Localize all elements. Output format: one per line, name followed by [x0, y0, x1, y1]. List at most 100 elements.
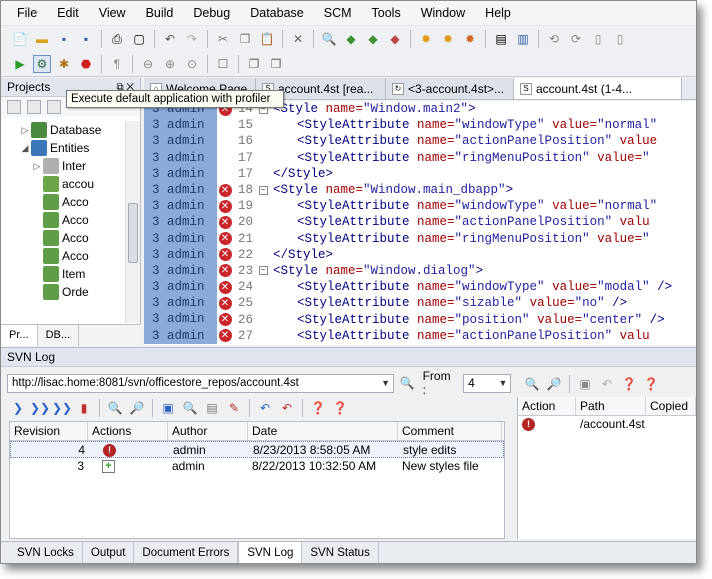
menu-help[interactable]: Help — [475, 1, 521, 25]
redo-icon[interactable]: ↷ — [183, 30, 201, 48]
stop-icon[interactable]: ▮ — [75, 399, 93, 417]
menu-database[interactable]: Database — [240, 1, 314, 25]
next-icon[interactable]: ❯ — [9, 399, 27, 417]
tree-item[interactable]: Acco — [1, 247, 125, 265]
chevron-down-icon[interactable]: ▼ — [496, 375, 510, 392]
clean-icon[interactable]: ◆ — [386, 30, 404, 48]
package-icon[interactable]: ✹ — [461, 30, 479, 48]
compare-icon[interactable]: ▣ — [159, 399, 177, 417]
menu-scm[interactable]: SCM — [314, 1, 362, 25]
print-preview-icon[interactable]: ▢ — [130, 30, 148, 48]
column-header-revision[interactable]: Revision — [10, 422, 88, 440]
paragraph-icon[interactable]: ¶ — [108, 55, 126, 73]
undo-icon[interactable]: ↶ — [161, 30, 179, 48]
window-icon[interactable]: ❐ — [245, 55, 263, 73]
delete-icon[interactable]: ✕ — [289, 30, 307, 48]
column-header-comment[interactable]: Comment — [398, 422, 502, 440]
find-icon[interactable]: 🔍 — [320, 30, 338, 48]
zoom-out-icon[interactable]: ⊖ — [139, 55, 157, 73]
paste-icon[interactable]: 📋 — [258, 30, 276, 48]
find-icon[interactable]: 🔍 — [523, 375, 541, 393]
copy-icon[interactable]: ❐ — [236, 30, 254, 48]
chevron-down-icon[interactable]: ▼ — [379, 375, 393, 392]
tree-item[interactable]: accou — [1, 175, 125, 193]
path-row[interactable]: ! /account.4st — [518, 416, 696, 433]
navigate-back-icon[interactable]: ⟲ — [545, 30, 563, 48]
column-header-date[interactable]: Date — [248, 422, 398, 440]
find-text-icon[interactable]: 🔎 — [545, 375, 563, 393]
build-icon[interactable]: ◆ — [342, 30, 360, 48]
bottom-tab-svn-status[interactable]: SVN Status — [302, 542, 379, 563]
error-icon[interactable]: ✕ — [218, 215, 232, 229]
expand-icon[interactable] — [27, 100, 41, 114]
tree-item[interactable]: ▷ Database — [1, 121, 125, 139]
error-icon[interactable]: ✕ — [218, 313, 232, 327]
column-header-author[interactable]: Author — [168, 422, 248, 440]
bottom-tab-svn-log[interactable]: SVN Log — [238, 542, 303, 563]
next-page-icon[interactable]: ❯❯ — [30, 399, 50, 417]
tree-item[interactable]: Acco — [1, 211, 125, 229]
editor-tab-2[interactable]: ↻ <3-account.4st>... — [386, 78, 514, 99]
menu-view[interactable]: View — [89, 1, 136, 25]
error-icon[interactable]: ✕ — [218, 248, 232, 262]
fold-toggle-icon[interactable]: − — [258, 266, 268, 276]
deploy-icon[interactable]: ✹ — [439, 30, 457, 48]
path-column-header-action[interactable]: Action — [518, 397, 576, 415]
blame-icon[interactable]: ❓ — [309, 399, 327, 417]
filter-icon[interactable] — [47, 100, 61, 114]
revert-icon[interactable]: ↶ — [256, 399, 274, 417]
split-window-icon[interactable]: ❐ — [267, 55, 285, 73]
rebuild-icon[interactable]: ◆ — [364, 30, 382, 48]
error-icon[interactable]: ✕ — [218, 296, 232, 310]
error-icon[interactable]: ✕ — [218, 232, 232, 246]
debug-bug-icon[interactable]: ✱ — [55, 55, 73, 73]
menu-debug[interactable]: Debug — [183, 1, 240, 25]
error-icon[interactable]: ✕ — [218, 199, 232, 213]
menu-edit[interactable]: Edit — [47, 1, 89, 25]
table-row[interactable]: 3 + admin 8/22/2013 10:32:50 AM New styles f… — [10, 458, 504, 475]
projects-tab-1[interactable]: DB... — [38, 325, 80, 346]
menu-file[interactable]: File — [7, 1, 47, 25]
tree-expander-icon[interactable]: ▷ — [31, 161, 43, 172]
fold-toggle-icon[interactable]: − — [258, 185, 268, 195]
error-icon[interactable]: ✕ — [218, 264, 232, 278]
open-folder-icon[interactable]: ▬ — [33, 30, 51, 48]
settings-icon[interactable]: ✹ — [417, 30, 435, 48]
search-log-icon[interactable]: 🔍 — [181, 399, 199, 417]
revert-changes-icon[interactable]: ↶ — [278, 399, 296, 417]
collapse-icon[interactable] — [7, 100, 21, 114]
svn-url-combobox[interactable]: http://lisac.home:8081/svn/officestore_r… — [7, 373, 394, 393]
properties-icon[interactable]: ❓ — [642, 375, 660, 393]
database-icon[interactable]: ▥ — [514, 30, 532, 48]
last-page-icon[interactable]: ❯❯ — [52, 399, 72, 417]
stop-icon[interactable]: ⬣ — [77, 55, 95, 73]
tree-item[interactable]: ◢ Entities — [1, 139, 125, 157]
error-icon[interactable]: ✕ — [218, 280, 232, 294]
table-row[interactable]: 4! admin 8/23/2013 8:58:05 AM style edits — [10, 441, 504, 458]
find-icon[interactable]: 🔍 — [106, 399, 124, 417]
open-file-icon[interactable]: ▤ — [203, 399, 221, 417]
editor-tab-3[interactable]: Saccount.4st (1-4... — [514, 78, 682, 99]
zoom-reset-icon[interactable]: ⊙ — [183, 55, 201, 73]
save-all-icon[interactable]: ▪ — [77, 30, 95, 48]
column-header-actions[interactable]: Actions — [88, 422, 168, 440]
menu-build[interactable]: Build — [136, 1, 184, 25]
more-icon[interactable]: ▯ — [611, 30, 629, 48]
tree-expander-icon[interactable]: ◢ — [19, 143, 31, 154]
error-icon[interactable]: ✕ — [218, 183, 232, 197]
bottom-tab-document-errors[interactable]: Document Errors — [134, 542, 239, 563]
properties-icon[interactable]: ❓ — [331, 399, 349, 417]
projects-scrollbar[interactable] — [125, 121, 140, 323]
bottom-tab-output[interactable]: Output — [83, 542, 135, 563]
zoom-in-icon[interactable]: ⊕ — [161, 55, 179, 73]
compare-icon[interactable]: ▣ — [576, 375, 594, 393]
tree-item[interactable]: Orde — [1, 283, 125, 301]
save-icon[interactable]: ▪ — [55, 30, 73, 48]
blame-icon[interactable]: ❓ — [620, 375, 638, 393]
projects-tab-0[interactable]: Pr... — [1, 325, 38, 346]
checkbox-icon[interactable]: ☐ — [214, 55, 232, 73]
path-column-header-copied[interactable]: Copied — [646, 397, 696, 415]
run-icon[interactable]: ▶ — [11, 55, 29, 73]
navigate-forward-icon[interactable]: ⟳ — [567, 30, 585, 48]
search-icon[interactable]: 🔍 — [400, 376, 415, 390]
